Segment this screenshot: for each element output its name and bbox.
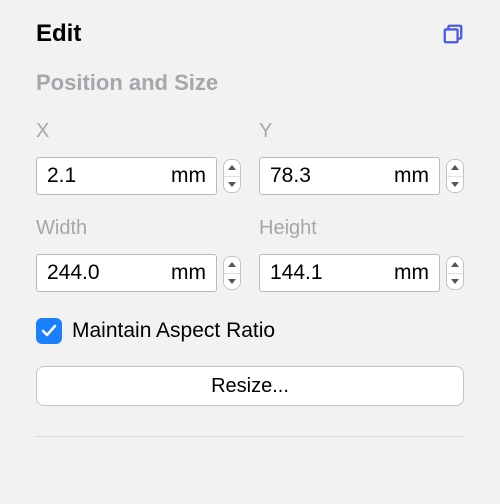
panel-title: Edit: [36, 20, 81, 48]
unit-x: mm: [171, 164, 206, 188]
stepper-y-down[interactable]: [447, 177, 463, 193]
section-divider: [36, 436, 464, 437]
row-position: X mm Y mm: [36, 120, 464, 195]
input-y[interactable]: mm: [259, 157, 440, 195]
input-width[interactable]: mm: [36, 254, 217, 292]
stepper-y-up[interactable]: [447, 160, 463, 177]
stepper-height-up[interactable]: [447, 257, 463, 274]
aspect-ratio-row: Maintain Aspect Ratio: [36, 318, 464, 344]
input-x-value[interactable]: [47, 164, 117, 188]
input-width-value[interactable]: [47, 261, 117, 285]
detach-panel-icon[interactable]: [442, 23, 464, 45]
stepper-height-down[interactable]: [447, 274, 463, 290]
stepper-width-up[interactable]: [224, 257, 240, 274]
stepper-x: [223, 159, 241, 193]
aspect-ratio-checkbox[interactable]: [36, 318, 62, 344]
input-height-value[interactable]: [270, 261, 340, 285]
row-size: Width mm Height mm: [36, 217, 464, 292]
section-title-position-size: Position and Size: [36, 70, 464, 96]
field-y: Y mm: [259, 120, 464, 195]
input-height[interactable]: mm: [259, 254, 440, 292]
label-y: Y: [259, 120, 464, 143]
unit-height: mm: [394, 261, 429, 285]
aspect-ratio-label: Maintain Aspect Ratio: [72, 319, 275, 343]
stepper-width-down[interactable]: [224, 274, 240, 290]
stepper-x-down[interactable]: [224, 177, 240, 193]
field-x: X mm: [36, 120, 241, 195]
label-width: Width: [36, 217, 241, 240]
stepper-y: [446, 159, 464, 193]
unit-width: mm: [171, 261, 206, 285]
stepper-width: [223, 256, 241, 290]
resize-button[interactable]: Resize...: [36, 366, 464, 406]
unit-y: mm: [394, 164, 429, 188]
field-width: Width mm: [36, 217, 241, 292]
input-y-value[interactable]: [270, 164, 340, 188]
field-height: Height mm: [259, 217, 464, 292]
label-x: X: [36, 120, 241, 143]
input-x[interactable]: mm: [36, 157, 217, 195]
stepper-x-up[interactable]: [224, 160, 240, 177]
label-height: Height: [259, 217, 464, 240]
panel-header: Edit: [36, 20, 464, 48]
stepper-height: [446, 256, 464, 290]
